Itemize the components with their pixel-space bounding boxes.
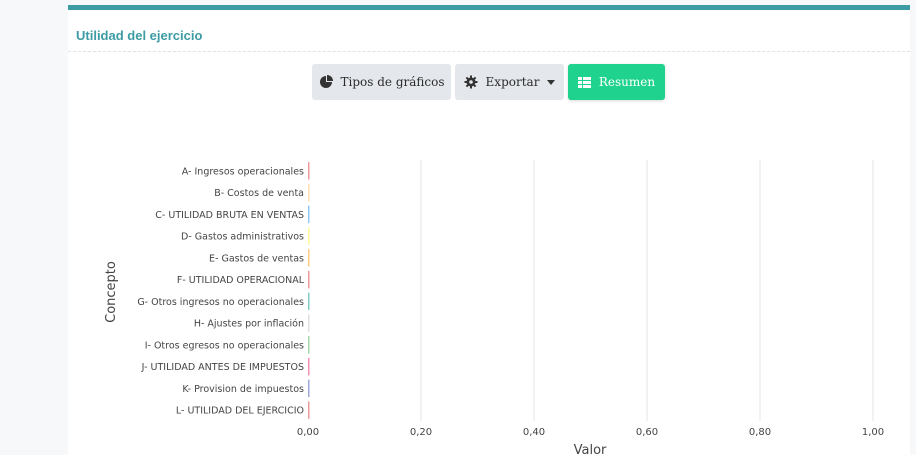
y-tick-label: K- Provision de impuestos: [182, 384, 304, 395]
y-axis-title: Concepto: [104, 261, 119, 323]
bar[interactable]: [308, 227, 310, 245]
x-axis-title: Valor: [574, 443, 607, 455]
bar[interactable]: [308, 401, 310, 419]
y-tick-label: D- Gastos administrativos: [181, 232, 304, 243]
y-tick-label: I- Otros egresos no operacionales: [145, 340, 304, 351]
x-tick-label: 0,80: [749, 427, 771, 438]
bar[interactable]: [308, 162, 310, 180]
y-tick-label: B- Costos de venta: [214, 188, 304, 199]
y-tick-label: F- UTILIDAD OPERACIONAL: [177, 275, 305, 286]
x-tick-label: 0,00: [297, 427, 319, 438]
y-tick-label: E- Gastos de ventas: [209, 253, 304, 264]
x-tick-label: 0,20: [410, 427, 432, 438]
bar[interactable]: [308, 357, 310, 376]
bar[interactable]: [308, 336, 310, 354]
x-tick-label: 1,00: [862, 427, 884, 438]
y-tick-label: G- Otros ingresos no operacionales: [137, 297, 304, 308]
bar-chart: 0,00 0,20 0,40 0,60 0,80 1,00 A- Ingresos oper…: [104, 160, 884, 455]
y-tick-label: C- UTILIDAD BRUTA EN VENTAS: [155, 210, 304, 221]
x-tick-label: 0,40: [523, 427, 545, 438]
y-tick-label: A- Ingresos operacionales: [182, 166, 304, 177]
bar[interactable]: [308, 205, 310, 224]
bar[interactable]: [308, 314, 310, 332]
y-tick-label: L- UTILIDAD DEL EJERCICIO: [176, 406, 304, 417]
y-tick-label: H- Ajustes por inflación: [194, 319, 304, 330]
y-tick-label: J- UTILIDAD ANTES DE IMPUESTOS: [141, 362, 304, 373]
bar[interactable]: [308, 270, 310, 289]
bar[interactable]: [308, 249, 310, 267]
bar[interactable]: [308, 379, 310, 398]
x-tick-label: 0,60: [636, 427, 658, 438]
bar[interactable]: [308, 292, 310, 311]
bar[interactable]: [308, 183, 310, 202]
